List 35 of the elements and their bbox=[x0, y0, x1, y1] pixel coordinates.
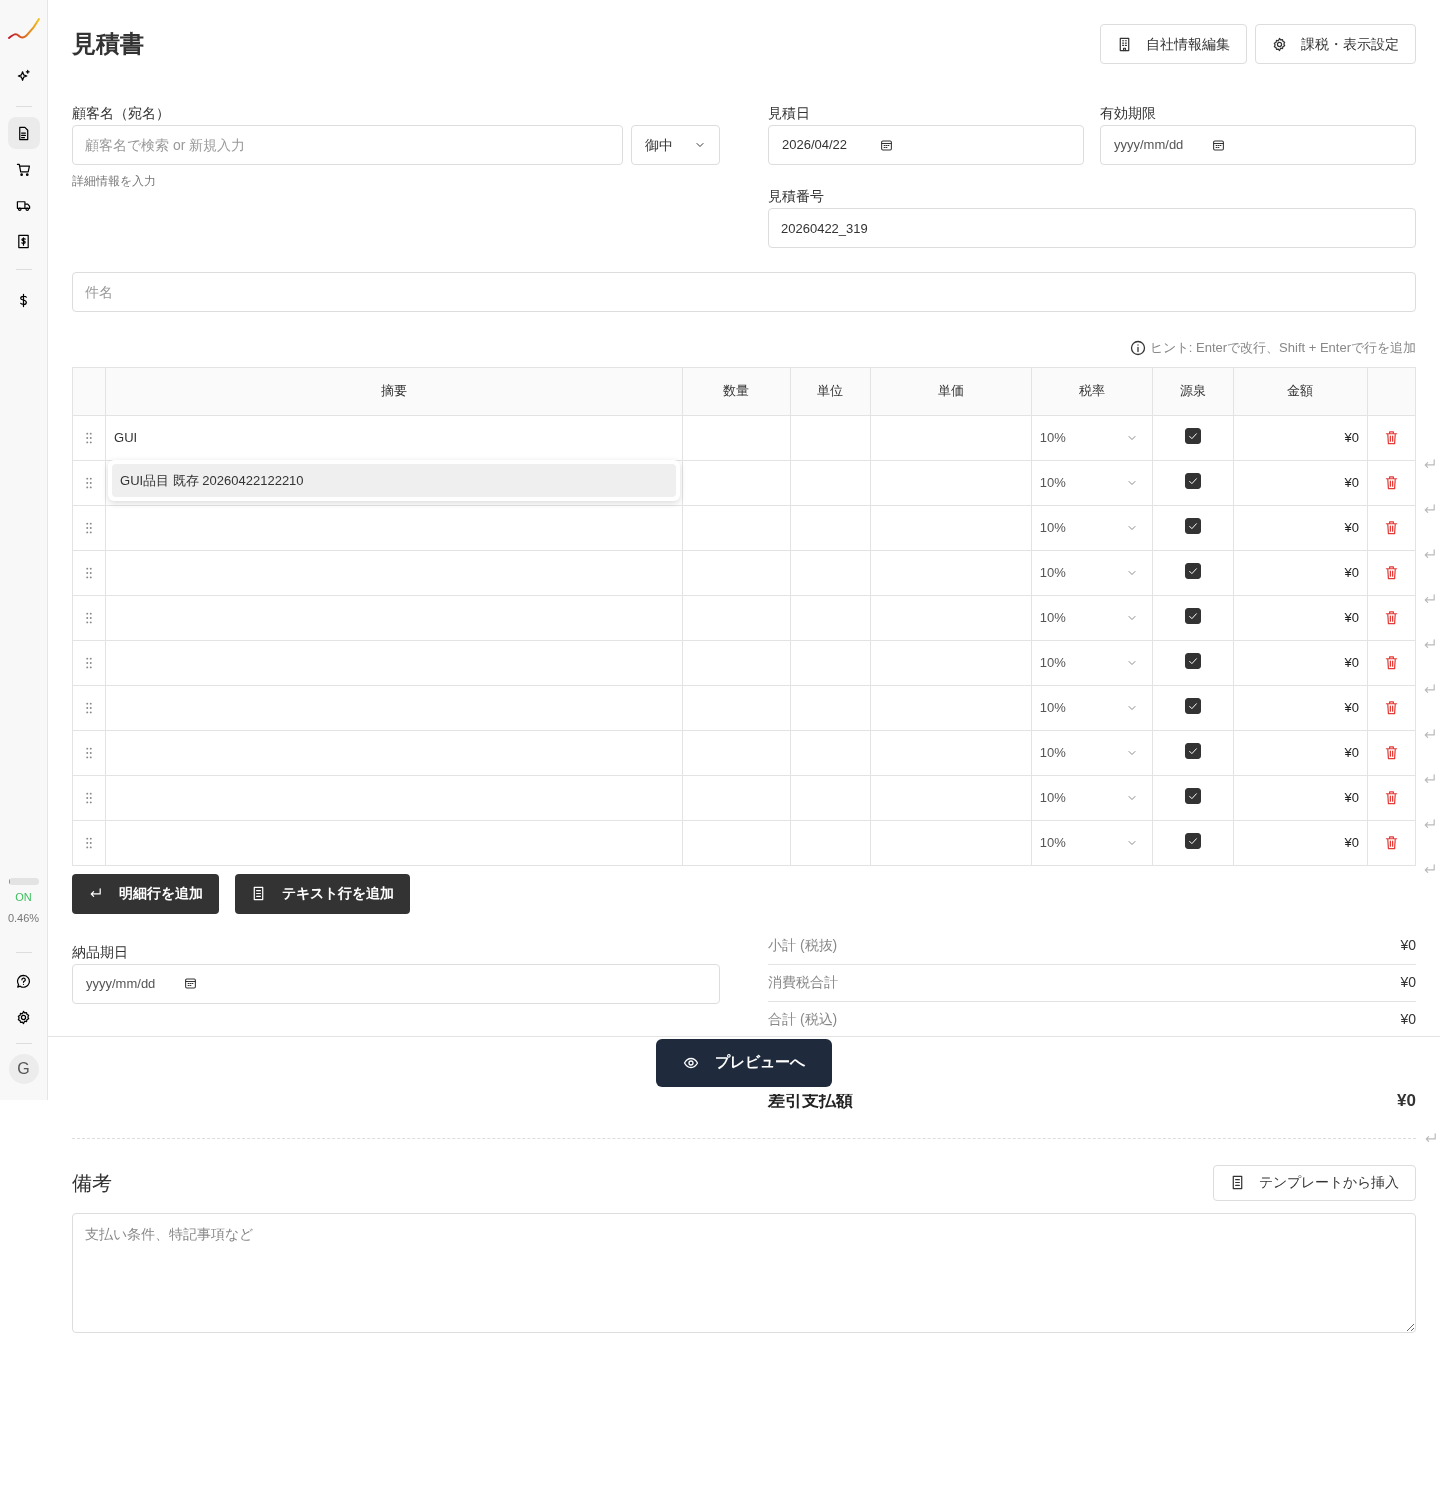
amount-cell: ¥0 bbox=[1233, 505, 1368, 550]
amount-cell: ¥0 bbox=[1233, 775, 1368, 820]
field-label: 顧客名（宛名） bbox=[72, 104, 171, 122]
column-header: 単価 bbox=[870, 367, 1032, 415]
amount-cell: ¥0 bbox=[1233, 685, 1368, 730]
column-header: 源泉 bbox=[1152, 367, 1234, 415]
total-label: 差引支払額 bbox=[768, 1090, 853, 1113]
field-label: 見積番号 bbox=[768, 187, 825, 205]
amount-cell: ¥0 bbox=[1233, 640, 1368, 685]
amount-cell: ¥0 bbox=[1233, 460, 1368, 505]
field-label: 見積日 bbox=[768, 104, 811, 122]
total-label: 合計 (税込) bbox=[768, 1010, 838, 1029]
total-value: ¥0 bbox=[1400, 973, 1416, 992]
page-title: 見積書 bbox=[72, 29, 144, 59]
total-label: 小計 (税抜) bbox=[768, 936, 838, 955]
hint-text: ヒント: Enterで改行、Shift + Enterで行を追加 bbox=[1149, 339, 1416, 357]
amount-cell: ¥0 bbox=[1233, 820, 1368, 865]
total-value: ¥0 bbox=[1397, 1090, 1416, 1113]
usage-reading: 0.46% bbox=[7, 910, 40, 926]
notes-title: 備考 bbox=[72, 1170, 112, 1195]
field-label: 納品期日 bbox=[72, 942, 129, 961]
column-header: 金額 bbox=[1233, 367, 1368, 415]
field-label: 有効期限 bbox=[1100, 104, 1157, 122]
column-header: 税率 bbox=[1031, 367, 1153, 415]
amount-cell: ¥0 bbox=[1233, 415, 1368, 460]
amount-cell: ¥0 bbox=[1233, 550, 1368, 595]
column-header: 摘要 bbox=[105, 367, 683, 415]
status-label: ON bbox=[15, 890, 32, 905]
column-header: 数量 bbox=[682, 367, 790, 415]
amount-cell: ¥0 bbox=[1233, 730, 1368, 775]
amount-cell: ¥0 bbox=[1233, 595, 1368, 640]
total-label: 消費税合計 bbox=[768, 973, 838, 992]
column-header: 単位 bbox=[790, 367, 871, 415]
total-value: ¥0 bbox=[1400, 1010, 1416, 1029]
total-value: ¥0 bbox=[1400, 936, 1416, 955]
